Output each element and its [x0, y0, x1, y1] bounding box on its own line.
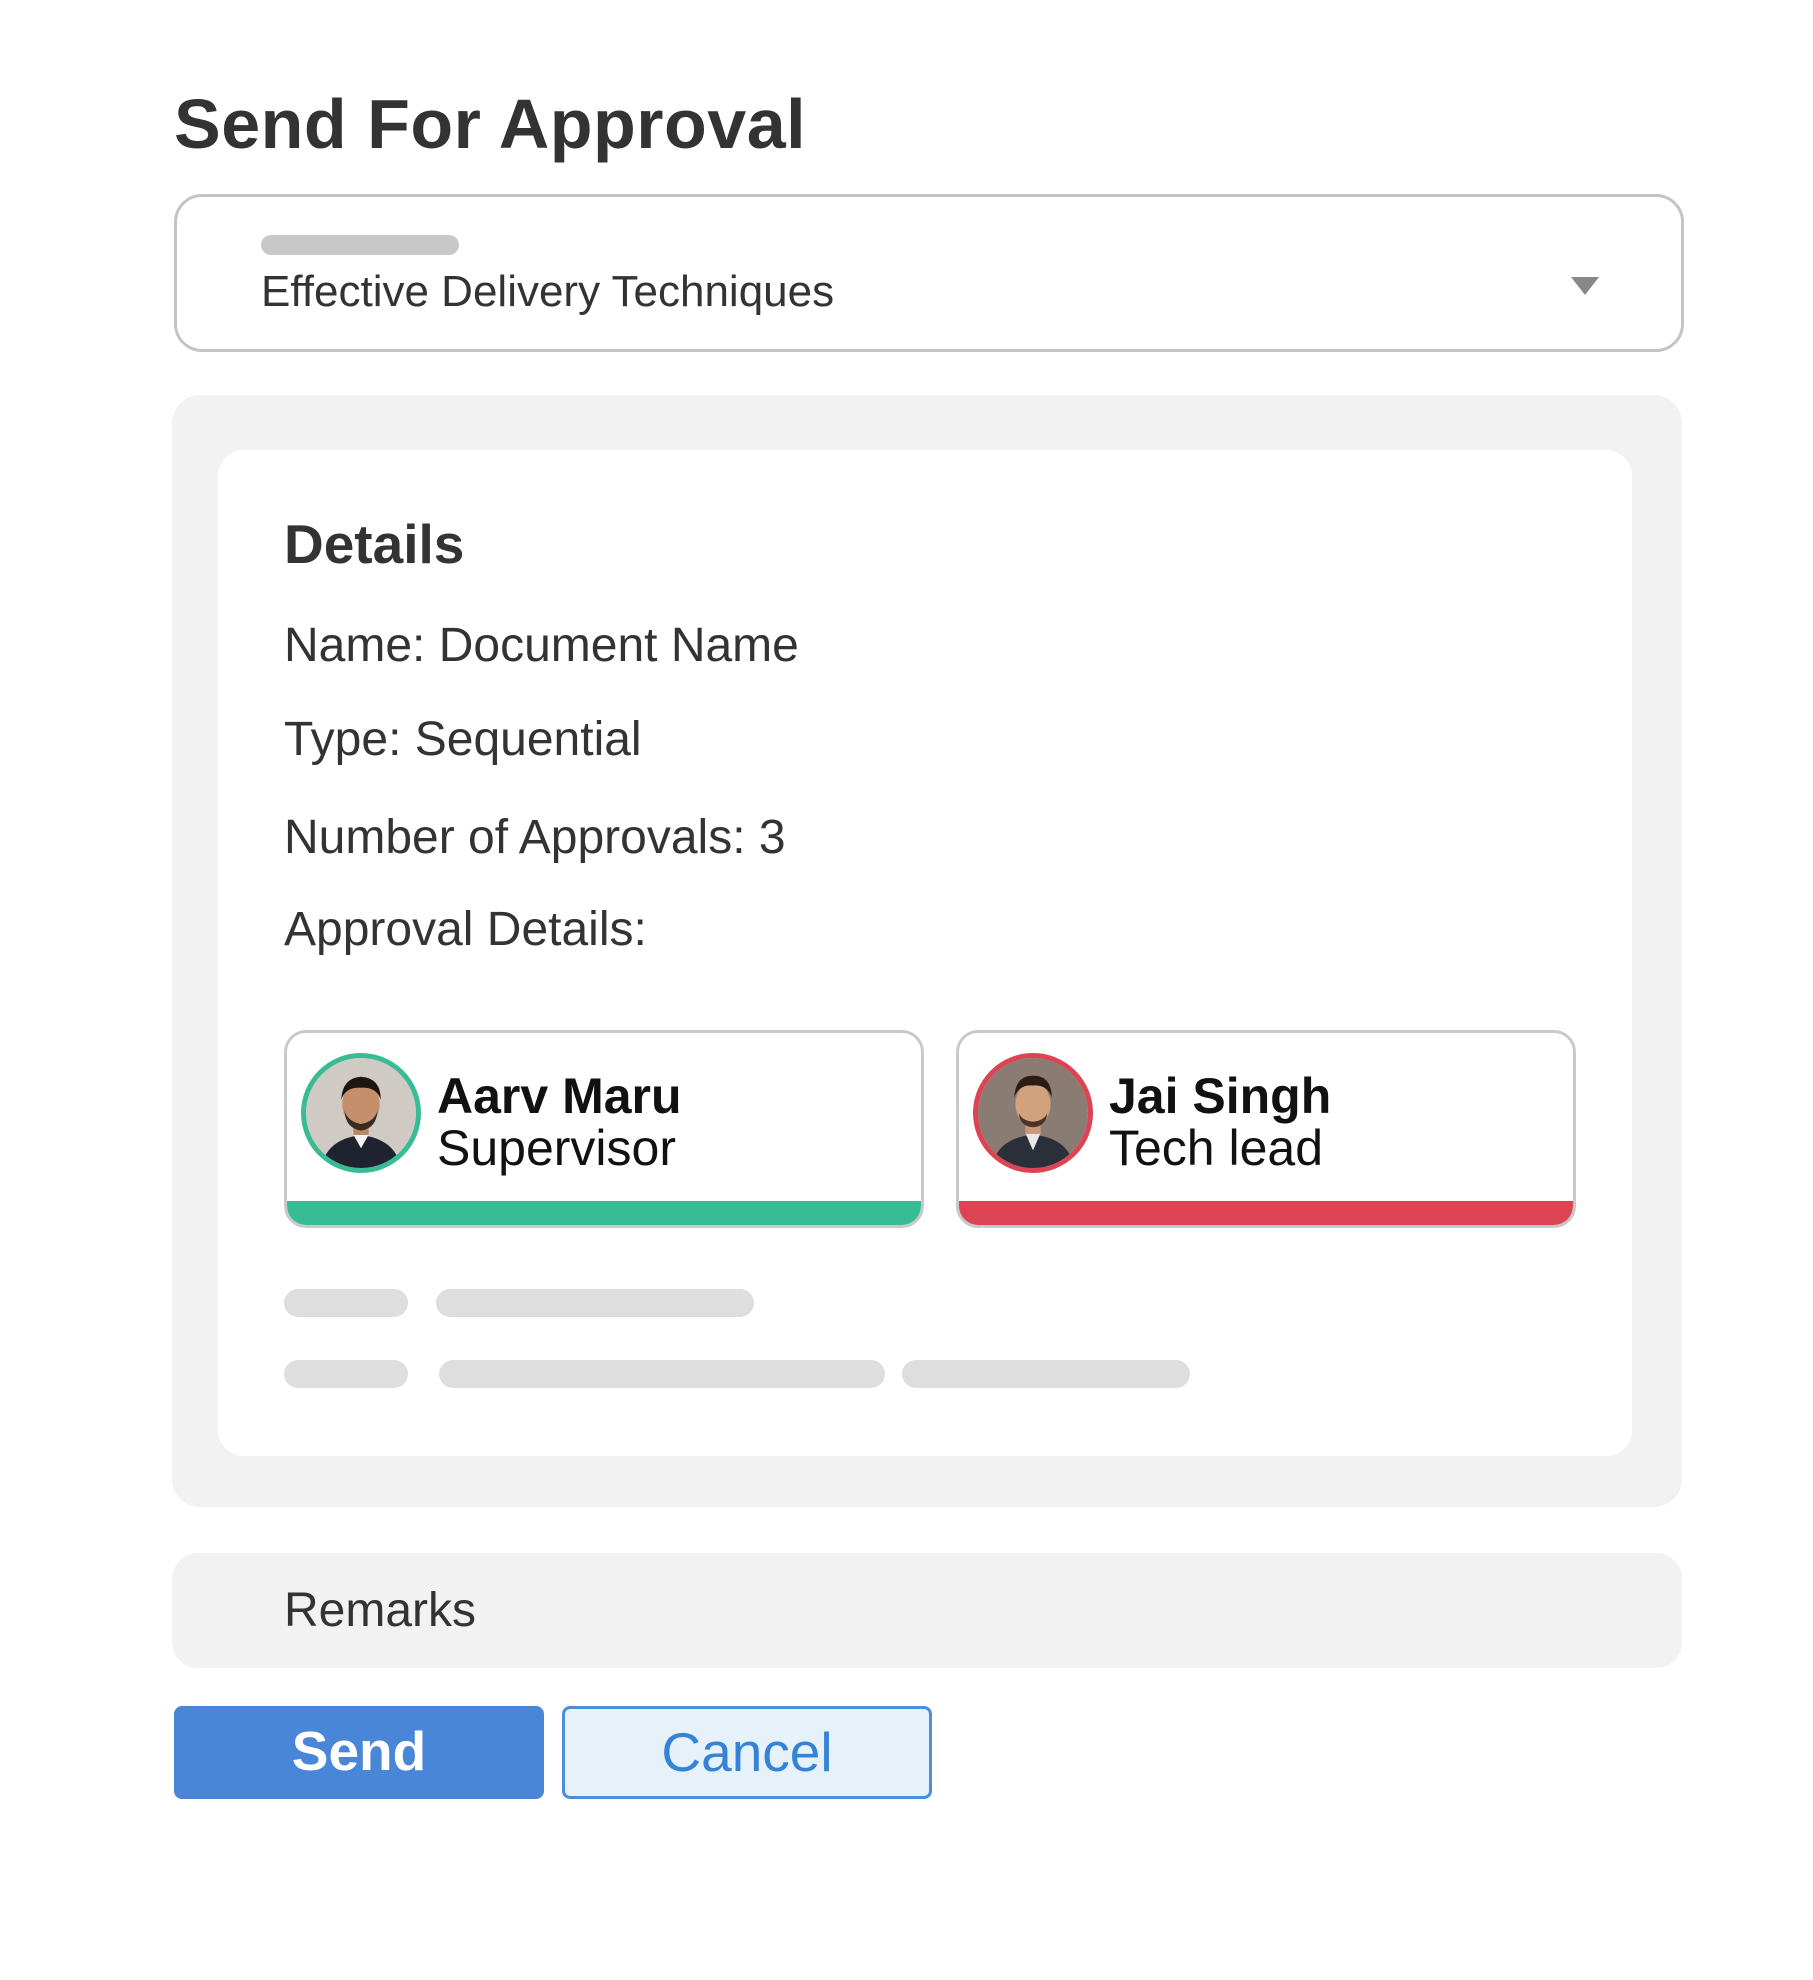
approval-details-label: Approval Details: [284, 903, 647, 956]
send-button[interactable]: Send [174, 1706, 544, 1799]
details-card: Details Name: Document Name Type: Sequen… [218, 450, 1632, 1456]
placeholder-line [439, 1360, 885, 1388]
select-value: Effective Delivery Techniques [261, 267, 835, 316]
select-label-placeholder [261, 235, 459, 255]
document-name-line: Name: Document Name [284, 619, 799, 672]
avatar [973, 1053, 1093, 1173]
placeholder-line [436, 1289, 754, 1317]
approver-role: Supervisor [437, 1120, 676, 1176]
document-template-select[interactable]: Effective Delivery Techniques [174, 194, 1684, 352]
approver-name: Aarv Maru [437, 1068, 682, 1124]
approver-card[interactable]: Jai Singh Tech lead [956, 1030, 1576, 1228]
person-avatar-icon [306, 1058, 416, 1168]
page-title: Send For Approval [174, 85, 807, 163]
approval-count-line: Number of Approvals: 3 [284, 811, 786, 864]
approver-card[interactable]: Aarv Maru Supervisor [284, 1030, 924, 1228]
placeholder-line [284, 1289, 408, 1317]
details-heading: Details [284, 513, 465, 575]
approval-status-bar [959, 1201, 1573, 1225]
chevron-down-icon[interactable] [1571, 277, 1599, 295]
person-avatar-icon [978, 1058, 1088, 1168]
send-for-approval-dialog: Send For Approval Effective Delivery Tec… [0, 0, 1813, 1980]
avatar [301, 1053, 421, 1173]
placeholder-line [902, 1360, 1190, 1388]
details-panel: Details Name: Document Name Type: Sequen… [172, 395, 1682, 1507]
approval-type-line: Type: Sequential [284, 713, 642, 766]
remarks-placeholder: Remarks [284, 1584, 477, 1637]
placeholder-line [284, 1360, 408, 1388]
approver-role: Tech lead [1109, 1120, 1324, 1176]
approval-status-bar [287, 1201, 921, 1225]
cancel-button[interactable]: Cancel [562, 1706, 932, 1799]
approver-name: Jai Singh [1109, 1068, 1332, 1124]
remarks-field[interactable]: Remarks [172, 1553, 1682, 1668]
